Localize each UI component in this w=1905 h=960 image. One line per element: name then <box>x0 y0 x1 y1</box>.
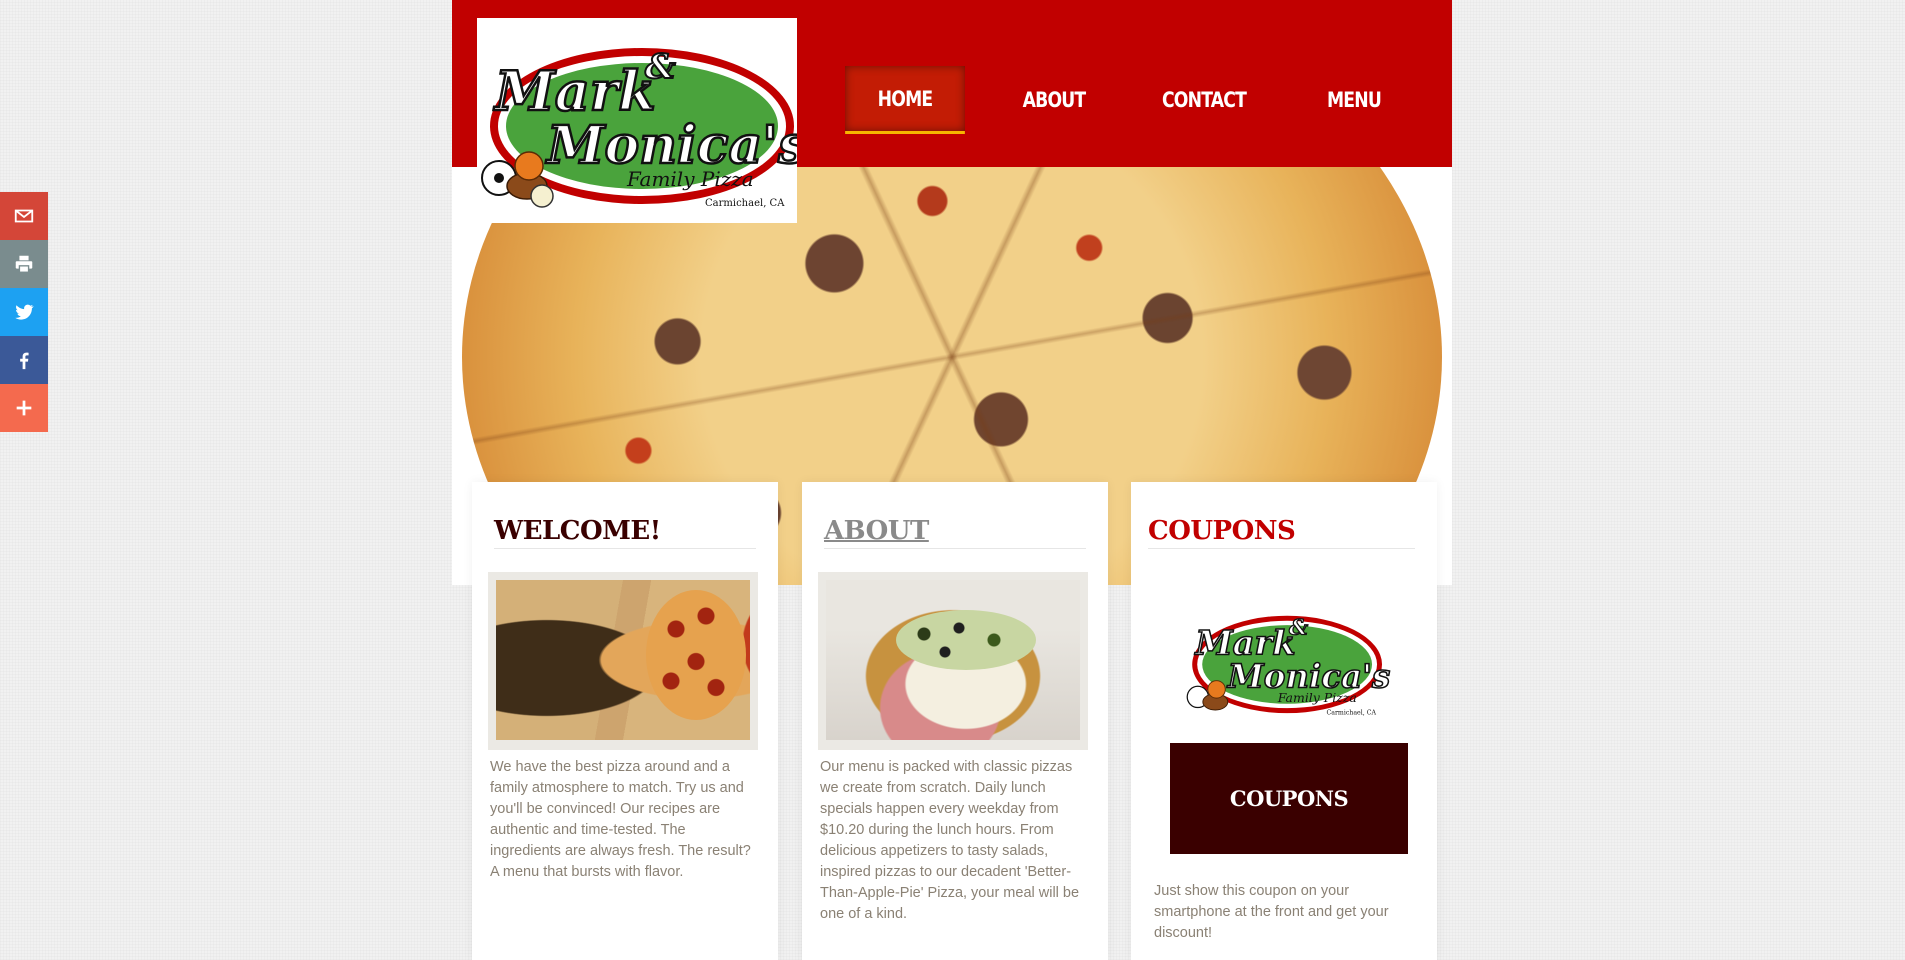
coupons-logo-location: Carmichael, CA <box>1326 709 1376 716</box>
welcome-text: We have the best pizza around and a fami… <box>490 759 751 880</box>
coupons-logo-family: Family Pizza <box>1277 690 1357 705</box>
logo-mark: Mark <box>493 59 656 123</box>
coupons-title: COUPONS <box>1148 516 1415 549</box>
nav-menu[interactable]: MENU <box>1292 66 1417 134</box>
plus-icon <box>16 400 32 416</box>
coupons-logo-amp: & <box>1289 615 1308 640</box>
site-logo[interactable]: Mark & Monica's Family Pizza Carmichael,… <box>477 18 809 223</box>
logo-family-pizza: Family Pizza <box>626 167 754 191</box>
logo-amp: & <box>645 47 676 87</box>
facebook-share-button[interactable] <box>0 336 48 384</box>
coupons-logo: Mark & Monica's Family Pizza Carmichael,… <box>1168 597 1400 725</box>
print-icon <box>15 255 33 273</box>
about-panel: ABOUT Our menu is packed with classic pi… <box>802 482 1108 960</box>
twitter-icon <box>15 304 34 320</box>
sports-balls <box>481 151 554 208</box>
social-share-bar <box>0 192 48 432</box>
gmail-share-button[interactable] <box>0 192 48 240</box>
welcome-photo-frame <box>488 572 758 750</box>
twitter-share-button[interactable] <box>0 288 48 336</box>
welcome-pizza-photo <box>496 580 750 740</box>
welcome-title: WELCOME! <box>494 516 756 549</box>
coupons-panel: COUPONS Mark & Monica's Family Pizza Car… <box>1131 482 1437 960</box>
about-title-link[interactable]: ABOUT <box>824 516 929 546</box>
nav-about[interactable]: ABOUT <box>992 66 1117 134</box>
about-photo-frame <box>818 572 1088 750</box>
logo-location: Carmichael, CA <box>705 198 785 209</box>
print-share-button[interactable] <box>0 240 48 288</box>
gmail-icon <box>14 209 34 223</box>
about-pizza-photo <box>826 580 1080 740</box>
coupons-logo-graphic: Mark & Monica's Family Pizza Carmichael,… <box>1186 615 1391 716</box>
logo-graphic: Mark & Monica's Family Pizza Carmichael,… <box>481 46 809 209</box>
about-title: ABOUT <box>824 516 1086 549</box>
nav-home[interactable]: HOME <box>845 66 965 134</box>
coupons-button[interactable]: COUPONS <box>1170 743 1408 854</box>
nav-contact[interactable]: CONTACT <box>1143 66 1264 134</box>
coupons-logo-mark: Mark <box>1194 622 1295 662</box>
main-nav: HOME ABOUT CONTACT MENU <box>832 66 1430 134</box>
facebook-icon <box>20 352 29 370</box>
coupons-text: Just show this coupon on your smartphone… <box>1154 883 1389 941</box>
more-share-button[interactable] <box>0 384 48 432</box>
welcome-panel: WELCOME! We have the best pizza around a… <box>472 482 778 960</box>
about-text: Our menu is packed with classic pizzas w… <box>820 759 1080 922</box>
